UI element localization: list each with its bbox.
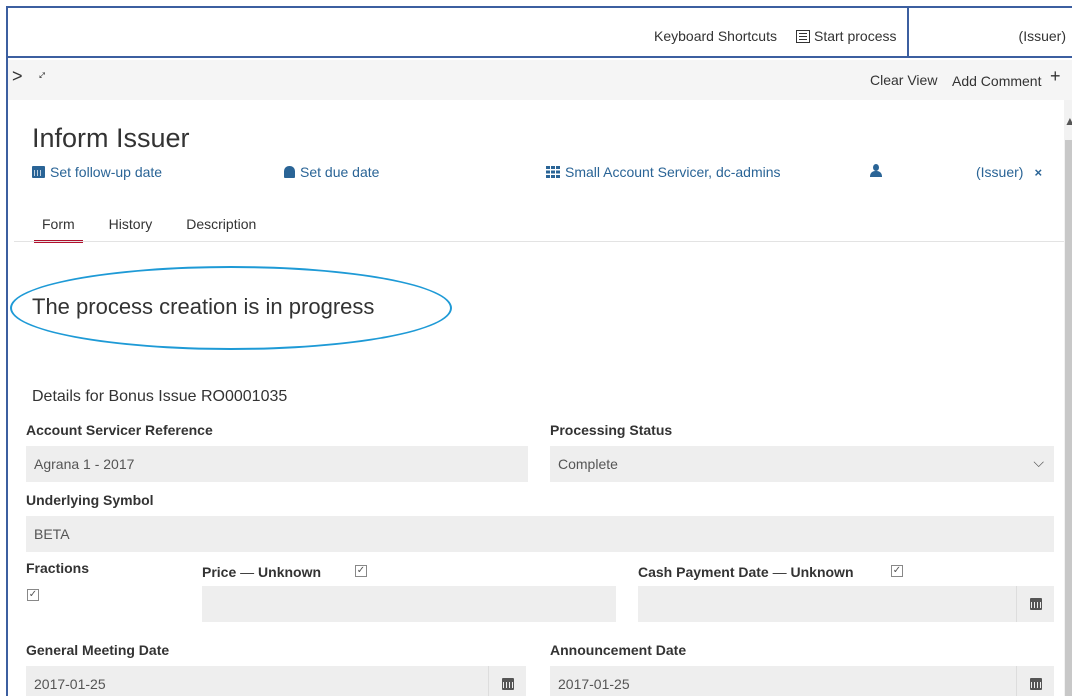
cash-payment-dash: — (772, 564, 787, 580)
plus-icon[interactable]: + (1050, 66, 1061, 87)
processing-status-value: Complete (558, 456, 618, 472)
set-due-date-link[interactable]: Set due date (284, 164, 379, 180)
announcement-date-field[interactable]: 2017-01-25 (550, 666, 1016, 696)
general-meeting-calendar-button[interactable] (488, 666, 526, 696)
price-field[interactable] (202, 586, 616, 622)
set-follow-up-date-link[interactable]: Set follow-up date (32, 164, 162, 180)
price-unknown-label: Unknown (258, 564, 322, 580)
scrollbar-thumb[interactable] (1065, 140, 1072, 696)
cash-payment-label-group: Cash Payment Date — Unknown (638, 564, 854, 580)
cash-payment-unknown-checkbox[interactable]: ✓ (891, 565, 903, 577)
price-unknown-checkbox[interactable]: ✓ (355, 565, 367, 577)
underlying-symbol-field[interactable]: BETA (26, 516, 1054, 552)
list-icon (796, 29, 810, 43)
price-dash: — (240, 564, 255, 580)
bell-icon (284, 166, 295, 178)
tab-history[interactable]: History (101, 210, 161, 243)
general-meeting-label: General Meeting Date (26, 642, 170, 658)
processing-status-select[interactable]: Complete ⌵ (550, 446, 1054, 482)
details-heading: Details for Bonus Issue RO0001035 (32, 388, 288, 405)
cash-payment-label: Cash Payment Date (638, 564, 769, 580)
cash-payment-date-field[interactable] (638, 586, 1016, 622)
user-menu[interactable]: (Issuer) (1019, 28, 1066, 44)
groups-icon (546, 166, 560, 178)
cash-payment-calendar-button[interactable] (1016, 586, 1054, 622)
close-icon[interactable]: × (1034, 165, 1042, 180)
due-date-label: Set due date (300, 164, 380, 180)
fractions-checkbox[interactable]: ✓ (27, 589, 39, 601)
candidate-groups-link[interactable]: Small Account Servicer, dc-admins (546, 164, 781, 180)
task-toolbar: > ↔ Clear View Add Comment + (8, 60, 1072, 100)
expand-icon[interactable]: ↔ (31, 64, 51, 84)
tab-divider (14, 241, 1064, 242)
announcement-date-value: 2017-01-25 (558, 676, 630, 692)
task-title: Inform Issuer (32, 123, 190, 153)
announcement-calendar-button[interactable] (1016, 666, 1054, 696)
scroll-up-icon[interactable]: ▲ (1064, 114, 1072, 128)
clear-view-button[interactable]: Clear View (870, 72, 937, 88)
start-process-label: Start process (814, 28, 897, 44)
underlying-symbol-value: BETA (34, 526, 70, 542)
general-meeting-date-field[interactable]: 2017-01-25 (26, 666, 488, 696)
scrollbar[interactable]: ▲ (1064, 100, 1072, 696)
top-bar: Keyboard Shortcuts Start process (Issuer… (8, 8, 1072, 58)
calendar-icon (1030, 598, 1042, 610)
groups-label: Small Account Servicer, dc-admins (565, 164, 781, 180)
assignee[interactable]: (Issuer) × (976, 164, 1042, 180)
calendar-icon (1030, 678, 1042, 690)
keyboard-shortcuts-link[interactable]: Keyboard Shortcuts (654, 28, 777, 44)
cash-payment-unknown-label: Unknown (790, 564, 854, 580)
assignee-label: (Issuer) (976, 164, 1024, 180)
account-servicer-ref-value: Agrana 1 - 2017 (34, 456, 135, 472)
start-process-button[interactable]: Start process (796, 28, 896, 44)
user-icon (870, 164, 882, 178)
calendar-icon (32, 166, 45, 178)
process-status-message: The process creation is in progress (32, 294, 375, 319)
announcement-date-label: Announcement Date (550, 642, 687, 658)
processing-status-label: Processing Status (550, 422, 673, 438)
fractions-label: Fractions (26, 560, 90, 576)
chevron-down-icon: ⌵ (1033, 454, 1044, 470)
tab-description[interactable]: Description (178, 210, 264, 243)
tab-form[interactable]: Form (34, 210, 83, 243)
general-meeting-value: 2017-01-25 (34, 676, 106, 692)
price-label: Price (202, 564, 237, 580)
task-tabs: Form History Description (34, 210, 282, 243)
account-servicer-ref-label: Account Servicer Reference (26, 422, 213, 438)
follow-up-label: Set follow-up date (50, 164, 163, 180)
add-comment-button[interactable]: Add Comment (952, 73, 1041, 89)
underlying-symbol-label: Underlying Symbol (26, 492, 154, 508)
price-label-group: Price — Unknown (202, 564, 321, 580)
account-servicer-ref-field[interactable]: Agrana 1 - 2017 (26, 446, 528, 482)
topbar-divider (907, 8, 909, 58)
chevron-right-icon[interactable]: > (12, 66, 23, 87)
app-frame: Keyboard Shortcuts Start process (Issuer… (6, 6, 1072, 696)
calendar-icon (502, 678, 514, 690)
